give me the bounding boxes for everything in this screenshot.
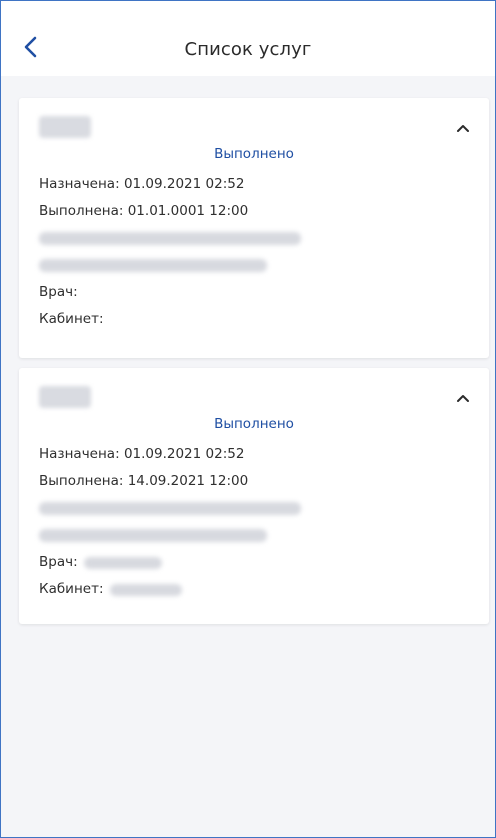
doctor-label: Врач: [39,554,78,570]
assigned-row: Назначена: 01.09.2021 02:52 [39,441,469,468]
clinic-address-redacted-row [39,522,469,549]
clinic-address-redacted [39,529,267,542]
doctor-label: Врач: [39,284,78,300]
service-card: Выполнено Назначена: 01.09.2021 02:52 Вы… [19,98,489,358]
doctor-row: Врач: [39,279,469,306]
collapse-button[interactable] [455,392,471,404]
top-bar: Список услуг [1,1,495,76]
clinic-address-redacted-row [39,252,469,279]
doctor-name-redacted [83,556,162,569]
chevron-up-icon [457,125,469,132]
cabinet-label: Кабинет: [39,581,104,597]
clinic-address-redacted [39,259,267,272]
assigned-value: 01.09.2021 02:52 [123,446,245,462]
page-title: Список услуг [184,39,312,60]
clinic-name-redacted-row [39,225,469,252]
status-label: Выполнено [214,416,294,432]
clinic-name-redacted [39,502,301,515]
done-row: Выполнена: 01.01.0001 12:00 [39,198,469,225]
assigned-row: Назначена: 01.09.2021 02:52 [39,171,469,198]
service-code-redacted [39,116,91,138]
doctor-row: Врач: [39,549,469,576]
done-label: Выполнена: [39,473,124,489]
service-card: Выполнено Назначена: 01.09.2021 02:52 Вы… [19,368,489,624]
done-label: Выполнена: [39,203,124,219]
done-value: 14.09.2021 12:00 [127,473,249,489]
cabinet-label: Кабинет: [39,311,104,327]
collapse-button[interactable] [455,122,471,134]
services-list: Выполнено Назначена: 01.09.2021 02:52 Вы… [1,76,495,624]
clinic-name-redacted [39,232,301,245]
app-screen: Список услуг Выполнено Назначена: 01.09.… [0,0,496,838]
clinic-name-redacted-row [39,495,469,522]
service-code-redacted [39,386,91,408]
done-row: Выполнена: 14.09.2021 12:00 [39,468,469,495]
done-value: 01.01.0001 12:00 [127,203,249,219]
cabinet-row: Кабинет: [39,306,469,333]
assigned-label: Назначена: [39,446,120,462]
cabinet-number-redacted [109,583,182,596]
chevron-up-icon [457,395,469,402]
cabinet-row: Кабинет: [39,576,469,603]
status-label: Выполнено [214,146,294,162]
assigned-label: Назначена: [39,176,120,192]
assigned-value: 01.09.2021 02:52 [123,176,245,192]
